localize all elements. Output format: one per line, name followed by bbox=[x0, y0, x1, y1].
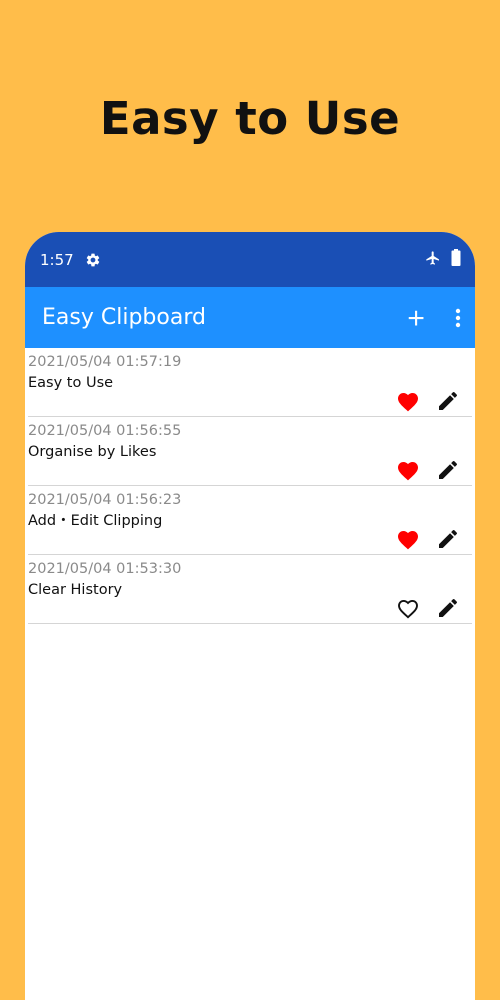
edit-button[interactable] bbox=[436, 389, 460, 413]
gear-icon bbox=[85, 252, 101, 268]
clip-date: 2021/05/04 01:56:23 bbox=[28, 492, 182, 508]
add-clip-button[interactable] bbox=[404, 306, 428, 330]
overflow-menu-button[interactable] bbox=[455, 308, 461, 328]
heart-filled-icon bbox=[398, 393, 418, 412]
edit-button[interactable] bbox=[436, 527, 460, 551]
pencil-icon bbox=[439, 598, 458, 617]
phone-frame: 1:57 Easy Clipboard 2021/05/04 01:57:19 bbox=[25, 232, 475, 1000]
like-button[interactable] bbox=[396, 390, 420, 412]
list-item[interactable]: 2021/05/04 01:53:30 Clear History bbox=[28, 555, 472, 624]
like-button[interactable] bbox=[396, 459, 420, 481]
edit-button[interactable] bbox=[436, 458, 460, 482]
pencil-icon bbox=[439, 460, 458, 479]
status-bar: 1:57 bbox=[25, 232, 475, 287]
app-title: Easy Clipboard bbox=[42, 305, 206, 330]
page-headline: Easy to Use bbox=[99, 92, 401, 145]
list-item[interactable]: 2021/05/04 01:57:19 Easy to Use bbox=[28, 348, 472, 417]
status-icons bbox=[425, 249, 461, 270]
like-button[interactable] bbox=[396, 597, 420, 619]
clip-list: 2021/05/04 01:57:19 Easy to Use 2021/05/… bbox=[25, 348, 475, 624]
list-item[interactable]: 2021/05/04 01:56:55 Organise by Likes bbox=[28, 417, 472, 486]
list-item[interactable]: 2021/05/04 01:56:23 Add・Edit Clipping bbox=[28, 486, 472, 555]
pencil-icon bbox=[439, 529, 458, 548]
like-button[interactable] bbox=[396, 528, 420, 550]
status-time: 1:57 bbox=[40, 250, 74, 269]
airplane-icon bbox=[425, 250, 441, 270]
clip-date: 2021/05/04 01:53:30 bbox=[28, 561, 182, 577]
plus-icon bbox=[408, 310, 424, 325]
heart-filled-icon bbox=[398, 531, 418, 550]
clip-date: 2021/05/04 01:56:55 bbox=[28, 423, 182, 439]
edit-button[interactable] bbox=[436, 596, 460, 620]
heart-outline-icon bbox=[398, 599, 418, 619]
more-vertical-icon bbox=[455, 308, 461, 327]
heart-filled-icon bbox=[398, 462, 418, 481]
battery-icon bbox=[451, 249, 461, 270]
clip-date: 2021/05/04 01:57:19 bbox=[28, 354, 182, 370]
app-bar: Easy Clipboard bbox=[25, 287, 475, 348]
pencil-icon bbox=[439, 391, 458, 410]
